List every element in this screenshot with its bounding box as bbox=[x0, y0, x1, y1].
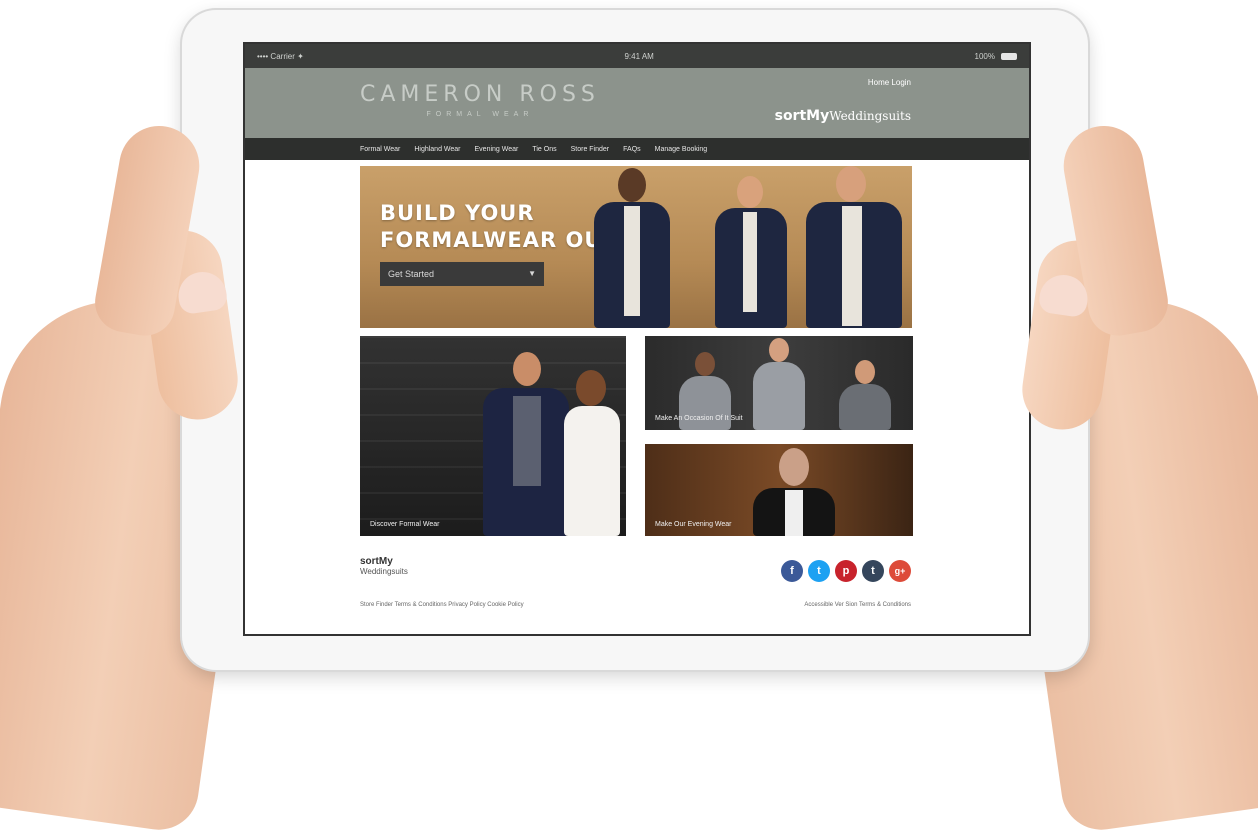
model-figure bbox=[792, 166, 912, 328]
model-figure bbox=[749, 338, 809, 430]
get-started-label: Get Started bbox=[388, 269, 435, 279]
get-started-select[interactable]: Get Started ▼ bbox=[380, 262, 544, 286]
nav-tie-ons[interactable]: Tie Ons bbox=[532, 146, 556, 153]
twitter-icon[interactable]: t bbox=[808, 560, 830, 582]
model-suit bbox=[753, 362, 805, 430]
tile-formal-wear-label[interactable]: Discover Formal Wear bbox=[370, 521, 440, 528]
model-shirt bbox=[842, 206, 862, 326]
model-head bbox=[737, 176, 763, 208]
nav-formal-wear[interactable]: Formal Wear bbox=[360, 146, 400, 153]
model-shirt bbox=[743, 212, 757, 312]
nav-store-finder[interactable]: Store Finder bbox=[571, 146, 610, 153]
hero-banner[interactable]: BUILD YOUR FORMALWEAR OUTFIT Get Started… bbox=[360, 166, 912, 328]
nav-faqs[interactable]: FAQs bbox=[623, 146, 641, 153]
tile-formal-wear[interactable]: Discover Formal Wear bbox=[360, 336, 626, 536]
googleplus-icon[interactable]: g+ bbox=[889, 560, 911, 582]
brand-subtitle: FORMAL WEAR bbox=[426, 111, 534, 118]
bride-dress bbox=[564, 406, 620, 536]
tumblr-icon[interactable]: t bbox=[862, 560, 884, 582]
tile-evening-wear-label[interactable]: Make Our Evening Wear bbox=[655, 521, 732, 528]
footer-logo-b: Weddingsuits bbox=[360, 567, 408, 576]
bride-figure bbox=[556, 366, 626, 536]
status-bar: •••• Carrier ✦ 9:41 AM 100% bbox=[245, 44, 1029, 68]
chevron-down-icon: ▼ bbox=[528, 269, 536, 278]
model-head bbox=[769, 338, 789, 362]
model-shirt bbox=[785, 490, 803, 536]
site-header: CAMERON ROSS FORMAL WEAR Home Login sort… bbox=[245, 68, 1029, 138]
nav-manage-booking[interactable]: Manage Booking bbox=[655, 146, 708, 153]
model-head bbox=[855, 360, 875, 384]
battery-label: 100% bbox=[974, 51, 995, 61]
carrier-text: •••• Carrier ✦ bbox=[257, 51, 304, 61]
tablet-screen: •••• Carrier ✦ 9:41 AM 100% CAMERON ROSS… bbox=[243, 42, 1031, 636]
footer-logo-a: sortMy bbox=[360, 556, 393, 567]
model-figure bbox=[582, 166, 682, 328]
footer-links[interactable]: Store Finder Terms & Conditions Privacy … bbox=[360, 602, 524, 608]
tile-occasion-suit-label[interactable]: Make An Occasion Of It Suit bbox=[655, 415, 743, 422]
main-nav: Formal Wear Highland Wear Evening Wear T… bbox=[245, 138, 1029, 160]
battery-icon bbox=[1001, 52, 1017, 60]
page-content: BUILD YOUR FORMALWEAR OUTFIT Get Started… bbox=[245, 160, 1029, 634]
nav-evening-wear[interactable]: Evening Wear bbox=[475, 146, 519, 153]
partner-logo-b: Weddingsuits bbox=[829, 109, 911, 123]
tile-occasion-suit[interactable]: Make An Occasion Of It Suit bbox=[645, 336, 913, 430]
model-head bbox=[779, 448, 809, 486]
model-figure bbox=[705, 174, 797, 328]
model-figure bbox=[835, 360, 895, 430]
model-shirt bbox=[624, 206, 640, 316]
clock-text: 9:41 AM bbox=[624, 51, 654, 61]
pinterest-icon[interactable]: p bbox=[835, 560, 857, 582]
model-figure bbox=[749, 448, 839, 536]
tile-evening-wear[interactable]: Make Our Evening Wear bbox=[645, 444, 913, 536]
groom-head bbox=[513, 352, 541, 386]
model-head bbox=[618, 168, 646, 202]
model-head bbox=[695, 352, 715, 376]
brand-logo[interactable]: CAMERON ROSS FORMAL WEAR bbox=[360, 82, 600, 118]
model-suit bbox=[839, 384, 891, 430]
footer-right-links[interactable]: Accessible Ver Sion Terms & Conditions bbox=[804, 602, 911, 608]
brand-name: CAMERON ROSS bbox=[360, 82, 600, 107]
facebook-icon[interactable]: f bbox=[781, 560, 803, 582]
home-login-link[interactable]: Home Login bbox=[868, 78, 911, 87]
groom-waistcoat bbox=[513, 396, 541, 486]
partner-logo[interactable]: sortMy Weddingsuits bbox=[775, 108, 911, 124]
model-head bbox=[836, 166, 866, 202]
nav-highland-wear[interactable]: Highland Wear bbox=[414, 146, 460, 153]
footer-logo[interactable]: sortMy Weddingsuits bbox=[360, 556, 408, 576]
social-links: f t p t g+ bbox=[781, 560, 911, 582]
partner-logo-a: sortMy bbox=[774, 108, 830, 124]
bride-head bbox=[576, 370, 606, 406]
